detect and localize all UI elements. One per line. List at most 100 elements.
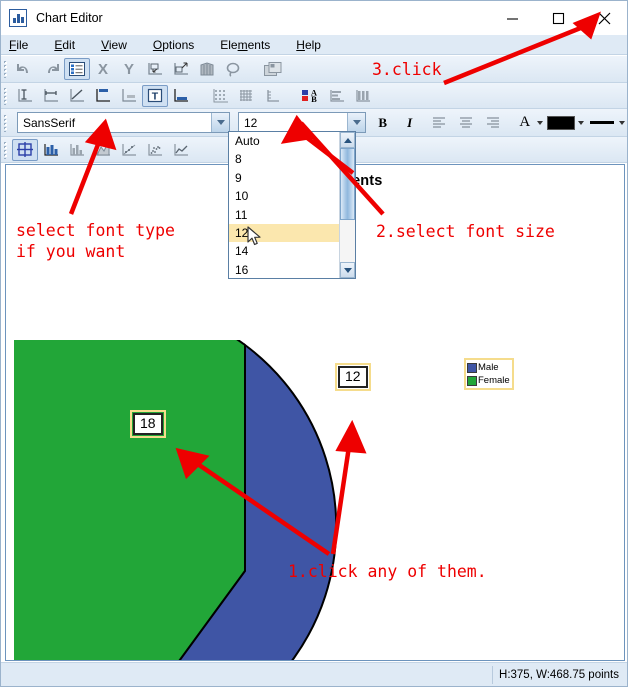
font-size-option-8[interactable]: 8 xyxy=(229,150,339,168)
text-box-icon[interactable]: T xyxy=(142,84,168,107)
align-right-icon[interactable] xyxy=(480,112,507,134)
font-name-combo[interactable]: SansSerif xyxy=(17,112,230,133)
toolbar-gripper-3[interactable] xyxy=(3,113,9,132)
font-size-option-12[interactable]: 12 xyxy=(229,223,339,243)
menu-item-elements[interactable]: Elements xyxy=(220,38,270,52)
chart-editor-window: Chart Editor FFileile Edit View Options … xyxy=(0,0,628,687)
italic-button[interactable]: I xyxy=(396,112,423,134)
font-size-combo[interactable]: 12 xyxy=(238,112,366,133)
grid-lines-icon[interactable] xyxy=(234,85,260,107)
y-axis-icon[interactable]: Y xyxy=(116,58,142,80)
maximize-icon[interactable] xyxy=(535,1,581,35)
bin-icon[interactable] xyxy=(194,58,220,80)
lasso-icon[interactable] xyxy=(220,58,246,80)
annotation-select-font-type: select font type if you want xyxy=(16,221,175,262)
pie-chart-svg[interactable] xyxy=(6,299,476,661)
reference-line-y-icon[interactable] xyxy=(90,85,116,107)
toolbar-edit: X Y xyxy=(1,56,627,83)
toolbar-gripper-2[interactable] xyxy=(3,86,9,105)
menu-item-options[interactable]: Options xyxy=(153,38,194,52)
font-color-a-icon[interactable]: A xyxy=(515,112,535,134)
legend-entry-female[interactable]: Female xyxy=(467,374,510,387)
scroll-up-icon[interactable] xyxy=(340,132,355,148)
expand-icon[interactable] xyxy=(168,58,194,80)
horizontal-bars-icon[interactable] xyxy=(38,85,64,107)
chart-select-icon[interactable] xyxy=(12,138,38,161)
fill-color-swatch[interactable] xyxy=(547,115,576,130)
undo-icon[interactable] xyxy=(12,58,38,80)
toolbar-gripper[interactable] xyxy=(3,60,9,78)
font-size-option-11[interactable]: 11 xyxy=(229,206,339,224)
font-size-option-14[interactable]: 14 xyxy=(229,242,339,260)
font-size-option-auto[interactable]: Auto xyxy=(229,132,339,150)
grid-points-icon[interactable] xyxy=(208,85,234,107)
fill-color-button[interactable] xyxy=(547,112,586,134)
pie-data-label-male-value: 12 xyxy=(338,366,368,388)
line-chart-icon[interactable] xyxy=(168,139,194,161)
menu-item-view[interactable]: View xyxy=(101,38,127,52)
fit-line-icon[interactable] xyxy=(64,85,90,107)
pie-data-label-male[interactable]: 12 xyxy=(335,363,371,391)
menu-item-edit[interactable]: Edit xyxy=(54,38,75,52)
scale-axis-icon[interactable] xyxy=(260,85,286,107)
annotation-select-font-size: 2.select font size xyxy=(376,222,555,241)
legend-entry-male[interactable]: Male xyxy=(467,361,510,374)
line-width-dropdown-icon[interactable] xyxy=(616,112,627,134)
status-bar: H:375, W:468.75 points xyxy=(1,662,627,686)
scatter-plot-icon[interactable] xyxy=(116,139,142,161)
align-left-icon[interactable] xyxy=(426,112,453,134)
pie-chart[interactable] xyxy=(6,299,476,661)
font-size-options[interactable]: Auto 8 9 10 11 12 14 16 xyxy=(229,132,339,278)
font-size-option-10[interactable]: 10 xyxy=(229,187,339,205)
close-icon[interactable] xyxy=(581,1,627,35)
area-chart-icon[interactable] xyxy=(90,139,116,161)
chart-bar-icon xyxy=(9,9,27,27)
x-axis-icon[interactable]: X xyxy=(90,58,116,80)
title-bar: Chart Editor xyxy=(1,1,627,35)
histogram-icon[interactable] xyxy=(64,139,90,161)
font-color-button[interactable]: A xyxy=(515,112,546,134)
menu-item-help[interactable]: Help xyxy=(296,38,321,52)
font-size-option-9[interactable]: 9 xyxy=(229,169,339,187)
scrollbar-track[interactable] xyxy=(340,148,355,262)
dropdown-scrollbar[interactable] xyxy=(339,132,355,278)
bold-button[interactable]: B xyxy=(369,112,396,134)
chevron-down-icon-2[interactable] xyxy=(347,113,365,132)
reference-line-x-icon[interactable] xyxy=(116,85,142,107)
error-bars-icon[interactable] xyxy=(12,85,38,107)
redo-icon[interactable] xyxy=(38,58,64,80)
font-size-value[interactable]: 12 xyxy=(239,116,347,130)
legend-swatch-male xyxy=(467,362,477,373)
minimize-icon[interactable] xyxy=(489,1,535,35)
scrollbar-thumb[interactable] xyxy=(340,148,355,220)
font-size-dropdown-list[interactable]: Auto 8 9 10 11 12 14 16 xyxy=(228,131,356,279)
font-color-dropdown-icon[interactable] xyxy=(535,112,546,134)
columns-icon[interactable] xyxy=(350,85,376,107)
pie-data-label-female[interactable]: 18 xyxy=(130,410,166,438)
bar-chart-icon[interactable] xyxy=(38,139,64,161)
insert-point-icon[interactable] xyxy=(142,58,168,80)
bar-label-icon[interactable] xyxy=(324,85,350,107)
line-width-icon[interactable] xyxy=(588,116,616,130)
window-controls xyxy=(489,1,627,35)
overlay-icon[interactable] xyxy=(260,58,286,80)
chevron-down-icon[interactable] xyxy=(211,113,229,132)
font-name-value[interactable]: SansSerif xyxy=(18,116,211,130)
toolbar-gripper-4[interactable] xyxy=(3,140,9,159)
svg-text:B: B xyxy=(311,94,317,104)
chart-legend[interactable]: Male Female xyxy=(464,358,514,390)
font-size-option-16[interactable]: 16 xyxy=(229,261,339,278)
align-center-icon[interactable] xyxy=(453,112,480,134)
ab-legend-icon[interactable]: AB xyxy=(298,85,324,107)
window-title: Chart Editor xyxy=(36,11,103,25)
baseline-icon[interactable] xyxy=(168,85,194,107)
fill-color-dropdown-icon[interactable] xyxy=(575,112,586,134)
scatter-dense-icon[interactable] xyxy=(142,139,168,161)
toolbar-elements: T AB xyxy=(1,83,627,109)
scroll-down-icon[interactable] xyxy=(340,262,355,278)
line-width-button[interactable] xyxy=(588,112,627,134)
pie-data-label-female-value: 18 xyxy=(133,413,163,435)
pie-slice-female[interactable] xyxy=(6,299,246,661)
menu-item-file[interactable]: FFileile xyxy=(9,38,28,52)
properties-icon[interactable] xyxy=(64,58,90,80)
